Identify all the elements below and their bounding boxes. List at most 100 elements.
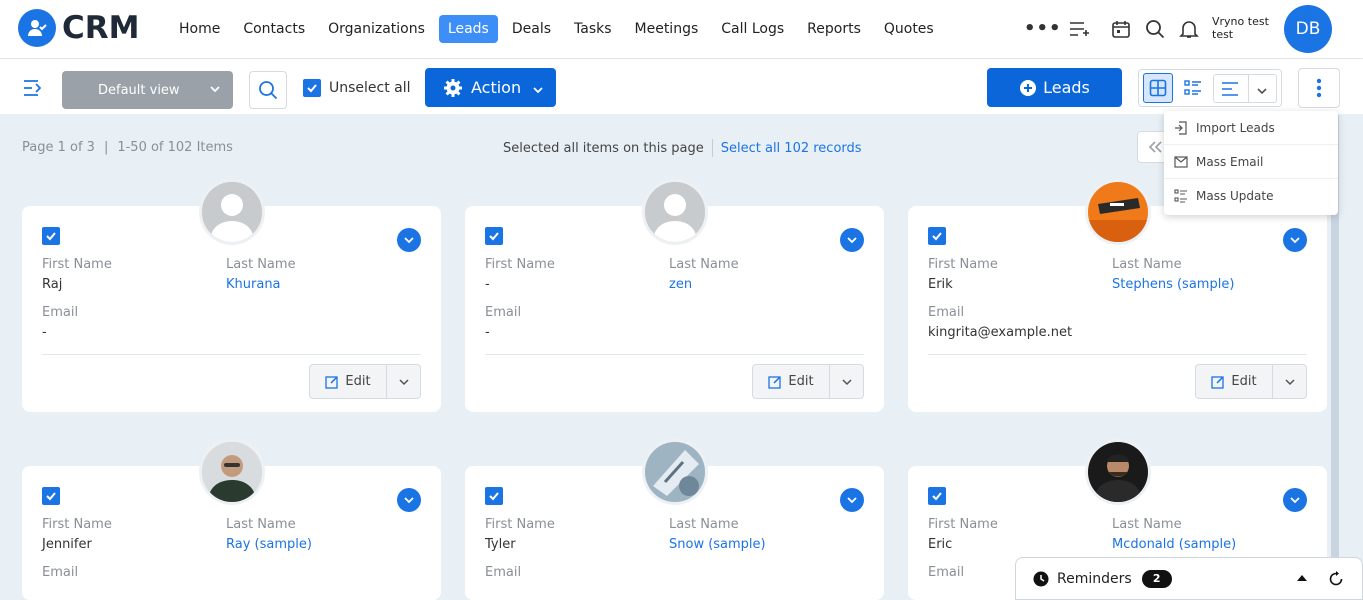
search-icon	[259, 81, 278, 100]
last-name-link[interactable]: Mcdonald (sample)	[1112, 537, 1236, 552]
list-toolbar: Default view Unselect all Action Leads	[0, 58, 1363, 114]
card-collapse-icon[interactable]	[840, 488, 864, 512]
card-checkbox[interactable]	[42, 227, 60, 245]
avatar	[642, 439, 708, 505]
email-label: Email	[42, 305, 79, 320]
edit-label: Edit	[1231, 374, 1257, 389]
grid-view-icon[interactable]	[1143, 73, 1173, 103]
email-value: -	[42, 325, 47, 340]
user-name: Vryno test test	[1212, 15, 1269, 41]
divider	[42, 354, 421, 355]
item-range: 1-50 of 102 Items	[117, 140, 233, 155]
nav-tasks[interactable]: Tasks	[565, 15, 621, 43]
reminders-count-badge: 2	[1141, 569, 1172, 588]
nav-call-logs[interactable]: Call Logs	[712, 15, 793, 43]
edit-button[interactable]: Edit	[753, 365, 830, 398]
search-button[interactable]	[249, 71, 287, 109]
view-selector-label: Default view	[98, 82, 180, 98]
edit-button-group: Edit	[1195, 364, 1307, 399]
action-button[interactable]: Action	[425, 68, 556, 107]
reminders-panel[interactable]: Reminders 2	[1015, 557, 1363, 600]
nav-home[interactable]: Home	[170, 15, 229, 43]
first-name-value: Erik	[928, 277, 953, 292]
first-name-label: First Name	[485, 257, 555, 272]
card-checkbox[interactable]	[928, 227, 946, 245]
nav-contacts[interactable]: Contacts	[234, 15, 314, 43]
nav-deals[interactable]: Deals	[503, 15, 560, 43]
first-name-value: Raj	[42, 277, 63, 292]
card-checkbox[interactable]	[485, 487, 503, 505]
last-name-label: Last Name	[669, 517, 739, 532]
more-actions-dropdown: Import Leads Mass Email Mass Update	[1164, 111, 1338, 215]
last-name-label: Last Name	[226, 257, 296, 272]
nav-quotes[interactable]: Quotes	[875, 15, 943, 43]
edit-button-group: Edit	[752, 364, 864, 399]
nav-leads[interactable]: Leads	[438, 15, 498, 43]
nav-meetings[interactable]: Meetings	[626, 15, 708, 43]
edit-label: Edit	[788, 374, 814, 389]
unselect-all-checkbox[interactable]: Unselect all	[303, 79, 411, 97]
nav-reports[interactable]: Reports	[798, 15, 870, 43]
first-name-value: Jennifer	[42, 537, 92, 552]
mass-update-label: Mass Update	[1196, 189, 1274, 203]
last-name-link[interactable]: Khurana	[226, 277, 281, 292]
chevron-down-icon[interactable]	[387, 365, 420, 398]
card-collapse-icon[interactable]	[1283, 488, 1307, 512]
refresh-icon[interactable]	[1328, 571, 1344, 587]
add-lead-button[interactable]: Leads	[987, 68, 1122, 107]
email-label: Email	[42, 565, 79, 580]
divider	[485, 354, 864, 355]
view-selector[interactable]: Default view	[62, 71, 233, 109]
card-checkbox[interactable]	[485, 227, 503, 245]
sidebar-toggle-icon[interactable]	[22, 78, 46, 102]
calendar-icon[interactable]	[1109, 17, 1133, 41]
last-name-link[interactable]: zen	[669, 277, 692, 292]
last-name-label: Last Name	[669, 257, 739, 272]
import-icon	[1174, 120, 1188, 135]
more-nav-button[interactable]: •••	[1024, 18, 1062, 39]
first-name-label: First Name	[928, 517, 998, 532]
edit-button[interactable]: Edit	[1196, 365, 1273, 398]
last-name-link[interactable]: Ray (sample)	[226, 537, 312, 552]
caret-up-icon[interactable]	[1296, 574, 1308, 582]
more-actions-button[interactable]	[1298, 68, 1340, 108]
first-name-label: First Name	[42, 517, 112, 532]
card-collapse-icon[interactable]	[397, 228, 421, 252]
card-checkbox[interactable]	[928, 487, 946, 505]
import-leads-label: Import Leads	[1196, 120, 1275, 135]
quick-add-icon[interactable]	[1067, 17, 1091, 41]
mass-update-item[interactable]: Mass Update	[1164, 179, 1338, 213]
gear-icon	[444, 78, 462, 97]
select-all-records-link[interactable]: Select all 102 records	[721, 141, 862, 156]
edit-button[interactable]: Edit	[310, 365, 387, 398]
email-label: Email	[485, 305, 522, 320]
last-name-link[interactable]: Snow (sample)	[669, 537, 766, 552]
view-mode-group	[1138, 69, 1282, 107]
chevron-down-icon[interactable]	[1273, 365, 1306, 398]
logo-text: CRM	[62, 10, 140, 46]
list-view-icon[interactable]	[1178, 73, 1208, 103]
app-logo[interactable]: CRM	[18, 9, 139, 47]
avatar	[1085, 179, 1151, 245]
card-collapse-icon[interactable]	[1283, 228, 1307, 252]
unselect-all-label: Unselect all	[329, 80, 411, 96]
card-collapse-icon[interactable]	[397, 488, 421, 512]
chevron-down-icon[interactable]	[830, 365, 863, 398]
import-leads-item[interactable]: Import Leads	[1164, 111, 1338, 145]
pagination-info: Page 1 of 3 | 1-50 of 102 Items	[22, 140, 233, 155]
kebab-menu-icon	[1316, 78, 1322, 98]
search-icon[interactable]	[1143, 17, 1167, 41]
nav-organizations[interactable]: Organizations	[319, 15, 434, 43]
last-name-link[interactable]: Stephens (sample)	[1112, 277, 1234, 292]
card-checkbox[interactable]	[42, 487, 60, 505]
kanban-view-dropdown[interactable]	[1213, 74, 1277, 103]
divider	[1248, 75, 1249, 102]
notification-bell-icon[interactable]	[1177, 17, 1201, 41]
logo-user-icon	[18, 9, 56, 47]
mass-email-item[interactable]: Mass Email	[1164, 145, 1338, 179]
first-name-label: First Name	[485, 517, 555, 532]
user-avatar[interactable]: DB	[1284, 5, 1332, 53]
avatar	[642, 179, 708, 245]
avatar	[199, 179, 265, 245]
card-collapse-icon[interactable]	[840, 228, 864, 252]
